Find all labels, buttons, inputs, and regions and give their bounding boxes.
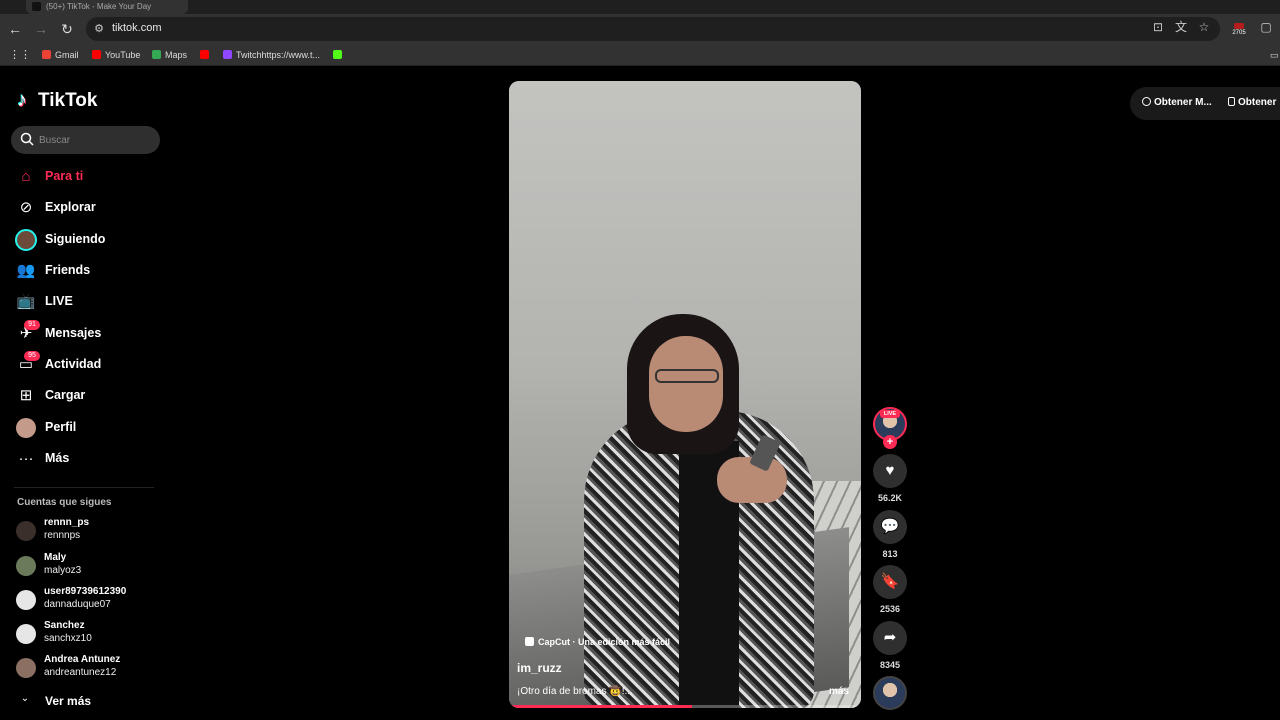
forward-icon[interactable]: → [32, 20, 50, 38]
bookmark-twitch[interactable]: Twitchhttps://www.t... [223, 48, 320, 62]
sidebar-divider [14, 487, 154, 488]
reload-icon[interactable]: ↻ [58, 20, 76, 38]
chevron-down-icon: ⌄ [20, 693, 30, 704]
tab-title: (50+) TikTok - Make Your Day [46, 2, 152, 11]
video-username[interactable]: im_ruzz [517, 661, 562, 675]
bookmark-kick[interactable] [333, 48, 346, 62]
twitch-icon [223, 50, 232, 59]
menu-item-perfil[interactable]: Perfil [14, 415, 164, 441]
menu-item-cargar[interactable]: ⊞ Cargar [14, 383, 164, 409]
account-avatar [16, 658, 36, 678]
address-bar[interactable]: ⚙ tiktok.com [86, 17, 1220, 41]
back-icon[interactable]: ← [6, 20, 24, 38]
account-avatar [16, 521, 36, 541]
profile-avatar-icon [16, 418, 36, 438]
save-count: 2536 [879, 604, 901, 614]
compass-icon: ⊘ [19, 199, 33, 216]
site-settings-icon[interactable]: ⚙ [92, 22, 106, 36]
menu-item-mensajes[interactable]: ✈ 91 Mensajes [14, 320, 164, 347]
upload-plus-icon: ⊞ [19, 387, 33, 404]
menu-item-friends[interactable]: 👥 Friends [14, 258, 164, 284]
account-avatar [16, 624, 36, 644]
following-account[interactable]: user89739612390 dannaduque07 [16, 585, 166, 615]
following-account[interactable]: Andrea Antunez andreantunez12 [16, 653, 166, 683]
kick-icon [333, 50, 342, 59]
video-progress-bar[interactable] [509, 705, 861, 708]
capcut-link[interactable]: CapCut · Una edición más fácil [525, 637, 670, 647]
get-app-desktop-button[interactable]: Obtener M... [1142, 97, 1212, 108]
browser-tabstrip: (50+) TikTok - Make Your Day [0, 0, 1280, 14]
search-box[interactable] [11, 126, 160, 154]
like-count: 56.2K [877, 493, 903, 503]
menu-item-actividad[interactable]: ▭ 95 Actividad [14, 351, 164, 378]
bookmark-icon: 🔖 [880, 573, 900, 590]
menu-item-explorar[interactable]: ⊘ Explorar [14, 195, 164, 221]
account-avatar [16, 590, 36, 610]
bookmarks-bar: ⋮⋮ Gmail YouTube Maps Twitchhttps://www.… [0, 44, 1280, 66]
following-account[interactable]: Maly malyoz3 [16, 551, 166, 581]
comment-count: 813 [882, 549, 898, 559]
sound-disc-avatar[interactable] [873, 676, 907, 710]
home-icon: ⌂ [21, 168, 31, 185]
mobile-phone-icon [1228, 97, 1235, 106]
capcut-icon [525, 637, 534, 646]
tiktok-note-icon: ♪ [17, 89, 27, 111]
desktop-app-icon [1142, 97, 1151, 106]
menu-item-live[interactable]: 📺 LIVE [14, 289, 164, 315]
following-account[interactable]: rennn_ps rennnps [16, 516, 166, 546]
maps-icon [152, 50, 161, 59]
friends-icon: 👥 [16, 262, 36, 279]
video-person-glasses [655, 369, 719, 383]
url-text[interactable]: tiktok.com [112, 22, 162, 34]
share-count: 8345 [879, 660, 901, 670]
video-player[interactable]: CapCut · Una edición más fácil im_ruzz ¡… [509, 81, 861, 708]
share-button[interactable]: ➦ [873, 621, 907, 655]
youtube-icon [92, 50, 101, 59]
apps-grid-icon[interactable]: ⋮⋮ [9, 48, 31, 62]
save-button[interactable]: 🔖 [873, 565, 907, 599]
get-app-mobile-button[interactable]: Obtener [1228, 97, 1276, 108]
account-avatar [16, 556, 36, 576]
extension-badge[interactable]: 2705 [1229, 22, 1249, 36]
activity-badge: 95 [24, 351, 40, 361]
more-dots-icon: ··· [18, 450, 34, 467]
video-caption: ¡Otro día de bromas 🤠!... [517, 686, 633, 697]
bookmark-maps[interactable]: Maps [152, 48, 187, 62]
caption-more-button[interactable]: más [829, 686, 849, 697]
menu-item-mas[interactable]: ··· Más [14, 446, 164, 472]
browser-tab-tiktok[interactable]: (50+) TikTok - Make Your Day [26, 0, 188, 14]
comment-bubble-icon: 💬 [880, 518, 900, 535]
menu-item-siguiendo[interactable]: Siguiendo [14, 227, 164, 253]
get-app-bar: Obtener M... Obtener [1130, 87, 1280, 120]
menu-item-para-ti[interactable]: ⌂ Para ti [14, 164, 164, 190]
other-bookmarks-folder-icon[interactable]: ▭ [1270, 48, 1279, 62]
share-arrow-icon: ➦ [883, 629, 897, 646]
install-app-icon[interactable]: ⊡ [1150, 19, 1166, 35]
bookmark-star-icon[interactable]: ☆ [1196, 19, 1212, 35]
search-input[interactable] [39, 132, 149, 148]
tiktok-logo[interactable]: ♪ TikTok [17, 88, 97, 112]
messages-badge: 91 [24, 320, 40, 330]
tiktok-favicon-icon [32, 2, 41, 11]
following-account[interactable]: Sanchez sanchxz10 [16, 619, 166, 649]
video-progress-fill [509, 705, 693, 708]
browser-toolbar: ← → ↻ ⚙ tiktok.com ⊡ 文 ☆ 2705 ▢ [0, 14, 1280, 44]
bookmark-youtube[interactable]: YouTube [92, 48, 140, 62]
heart-icon: ♥ [885, 462, 895, 479]
following-section-title: Cuentas que sigues [17, 497, 112, 508]
follow-plus-button[interactable]: + [883, 435, 897, 449]
like-button[interactable]: ♥ [873, 454, 907, 488]
sidepanel-icon[interactable]: ▢ [1258, 19, 1274, 35]
search-icon [20, 132, 34, 146]
comment-button[interactable]: 💬 [873, 510, 907, 544]
following-avatar-icon [15, 229, 37, 251]
bookmark-youtube-2[interactable] [200, 48, 213, 62]
youtube-icon [200, 50, 209, 59]
live-tag: LIVE [880, 410, 900, 418]
bookmark-gmail[interactable]: Gmail [42, 48, 79, 62]
translate-icon[interactable]: 文 [1173, 19, 1189, 35]
live-tv-icon: 📺 [16, 293, 36, 310]
video-person-face [649, 336, 723, 432]
gmail-icon [42, 50, 51, 59]
